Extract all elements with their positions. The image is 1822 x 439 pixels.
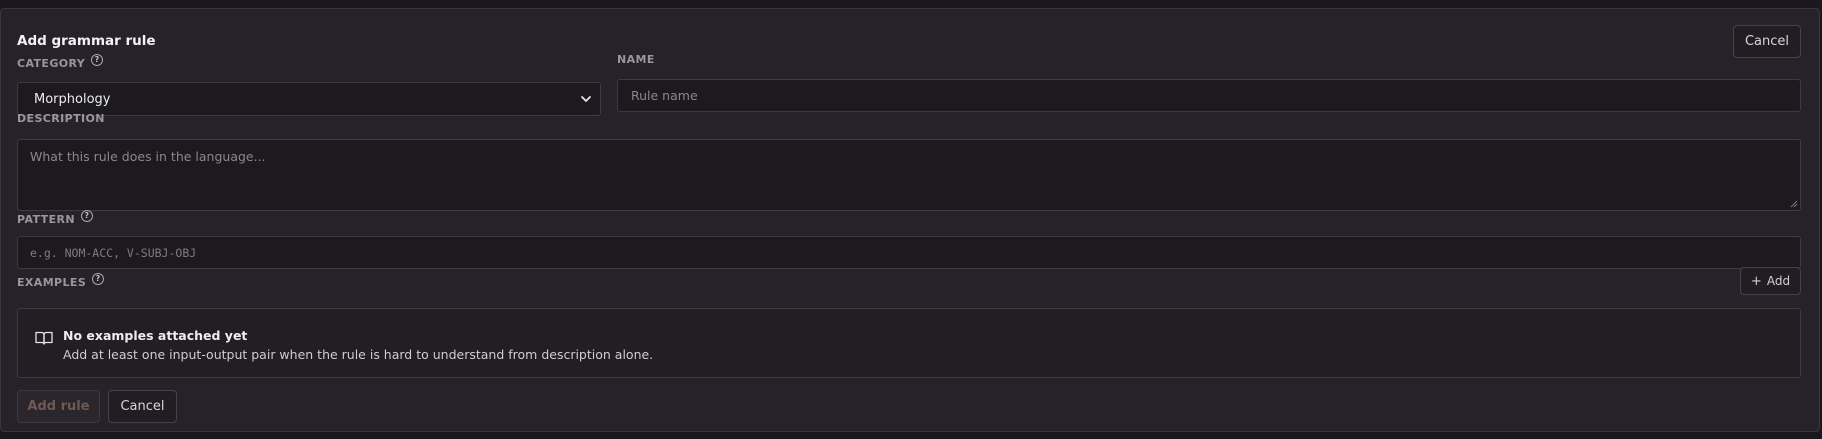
- description-label: DESCRIPTION: [17, 112, 105, 125]
- rule-name-placeholder: Rule name: [631, 88, 698, 103]
- add-example-button[interactable]: + Add: [1740, 267, 1801, 295]
- description-label-row: DESCRIPTION: [17, 112, 105, 125]
- plus-icon: +: [1750, 273, 1762, 289]
- examples-label-row: EXAMPLES ?: [17, 272, 105, 289]
- examples-empty-state: No examples attached yet Add at least on…: [17, 308, 1801, 378]
- rule-name-input[interactable]: Rule name: [617, 79, 1801, 112]
- chevron-down-icon: [581, 96, 591, 102]
- pattern-placeholder: e.g. NOM-ACC, V-SUBJ-OBJ: [30, 245, 197, 260]
- empty-state-title: No examples attached yet: [63, 328, 248, 343]
- help-icon[interactable]: ?: [91, 53, 104, 66]
- category-label: CATEGORY: [17, 57, 86, 70]
- name-label: NAME: [617, 53, 655, 66]
- resize-handle-icon[interactable]: [1790, 200, 1798, 208]
- add-grammar-rule-panel: Add grammar rule Cancel CATEGORY ? Morph…: [0, 8, 1820, 432]
- category-select[interactable]: Morphology: [17, 82, 601, 116]
- description-textarea[interactable]: What this rule does in the language...: [17, 139, 1801, 211]
- help-icon[interactable]: ?: [80, 209, 93, 222]
- add-rule-button[interactable]: Add rule: [17, 390, 100, 423]
- description-placeholder: What this rule does in the language...: [30, 149, 266, 164]
- name-label-row: NAME: [617, 53, 655, 66]
- category-selected-value: Morphology: [34, 91, 111, 107]
- pattern-label-row: PATTERN ?: [17, 209, 93, 226]
- open-book-icon: [35, 331, 53, 345]
- add-example-label: Add: [1766, 274, 1791, 288]
- form-title: Add grammar rule: [17, 33, 156, 49]
- pattern-input[interactable]: e.g. NOM-ACC, V-SUBJ-OBJ: [17, 236, 1801, 269]
- empty-state-text: Add at least one input-output pair when …: [63, 347, 654, 362]
- category-label-row: CATEGORY ?: [17, 53, 104, 70]
- help-icon[interactable]: ?: [92, 272, 105, 285]
- cancel-button[interactable]: Cancel: [108, 390, 177, 423]
- top-cancel-button[interactable]: Cancel: [1733, 25, 1801, 58]
- examples-label: EXAMPLES: [17, 276, 87, 289]
- pattern-label: PATTERN: [17, 213, 75, 226]
